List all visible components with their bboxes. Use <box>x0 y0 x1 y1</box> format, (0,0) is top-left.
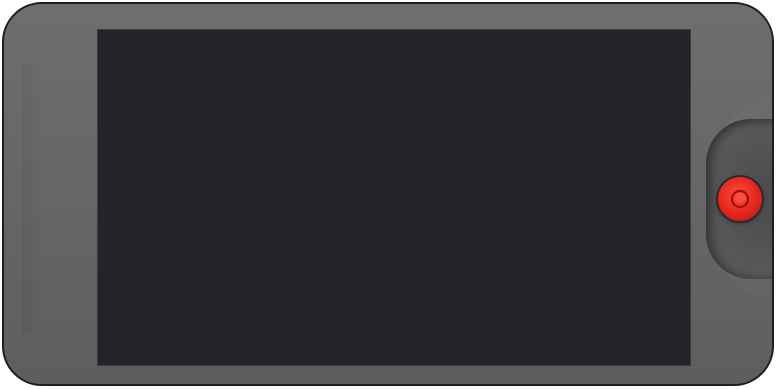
device-body <box>2 2 774 386</box>
record-icon <box>730 189 750 209</box>
display-screen[interactable] <box>97 29 691 366</box>
bezel-shade <box>22 64 42 334</box>
record-button[interactable] <box>718 177 762 221</box>
